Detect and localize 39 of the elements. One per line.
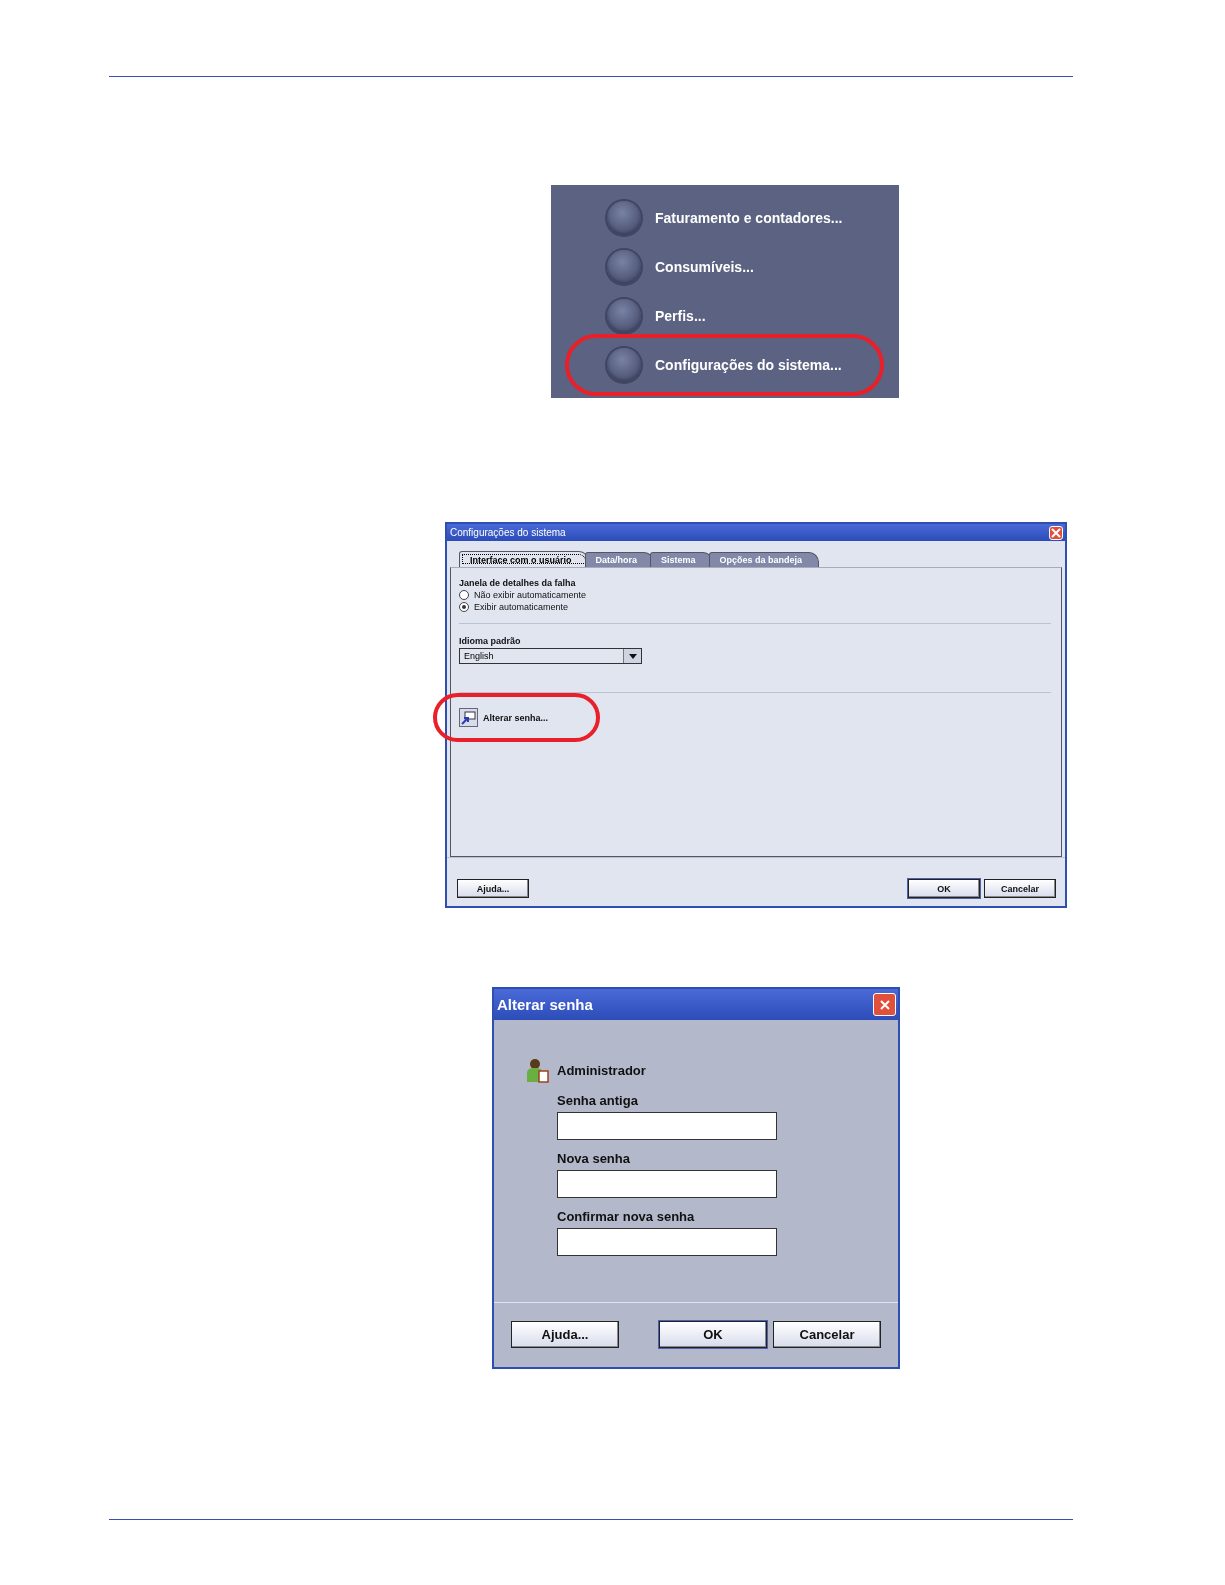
radio-button[interactable] xyxy=(459,602,469,612)
round-button-icon xyxy=(607,348,641,382)
menu-item[interactable]: Perfis... xyxy=(569,298,706,334)
radio-label: Exibir automaticamente xyxy=(474,602,569,612)
menu-item[interactable]: Configurações do sistema... xyxy=(569,347,842,383)
ok-button[interactable]: OK xyxy=(908,879,980,898)
field-label: Nova senha xyxy=(557,1151,631,1166)
radio-option[interactable]: Exibir automaticamente xyxy=(459,602,1051,612)
field-label: Senha antiga xyxy=(557,1093,639,1108)
close-button[interactable] xyxy=(1049,525,1063,540)
user-icon xyxy=(527,1058,549,1083)
close-icon xyxy=(1051,527,1061,538)
cancel-button[interactable]: Cancelar xyxy=(773,1321,881,1348)
close-button[interactable] xyxy=(873,993,896,1016)
menu-item[interactable]: Consumíveis... xyxy=(569,249,754,285)
menu-item[interactable]: Faturamento e contadores... xyxy=(569,200,843,236)
ok-button[interactable]: OK xyxy=(659,1321,767,1348)
window-title: Alterar senha xyxy=(497,996,593,1013)
round-button-icon xyxy=(607,201,641,235)
user-name: Administrador xyxy=(557,1063,646,1078)
round-button-icon xyxy=(607,299,641,333)
change-password-button[interactable]: Alterar senha... xyxy=(459,708,549,727)
password-field[interactable] xyxy=(557,1228,777,1256)
radio-button[interactable] xyxy=(459,590,469,600)
section-label: Idioma padrão xyxy=(459,636,522,646)
password-field[interactable] xyxy=(557,1170,777,1198)
close-icon xyxy=(879,999,890,1010)
section-label: Janela de detalhes da falha xyxy=(459,578,577,588)
language-dropdown[interactable]: English xyxy=(459,648,642,664)
radio-label: Não exibir automaticamente xyxy=(474,590,587,600)
cancel-button[interactable]: Cancelar xyxy=(984,879,1056,898)
dropdown-value: English xyxy=(464,651,494,661)
help-button[interactable]: Ajuda... xyxy=(457,879,529,898)
help-button[interactable]: Ajuda... xyxy=(511,1321,619,1348)
round-button-icon xyxy=(607,250,641,284)
field-label: Confirmar nova senha xyxy=(557,1209,696,1224)
radio-option[interactable]: Não exibir automaticamente xyxy=(459,590,1051,600)
password-field[interactable] xyxy=(557,1112,777,1140)
window-title: Configurações do sistema xyxy=(450,527,566,538)
